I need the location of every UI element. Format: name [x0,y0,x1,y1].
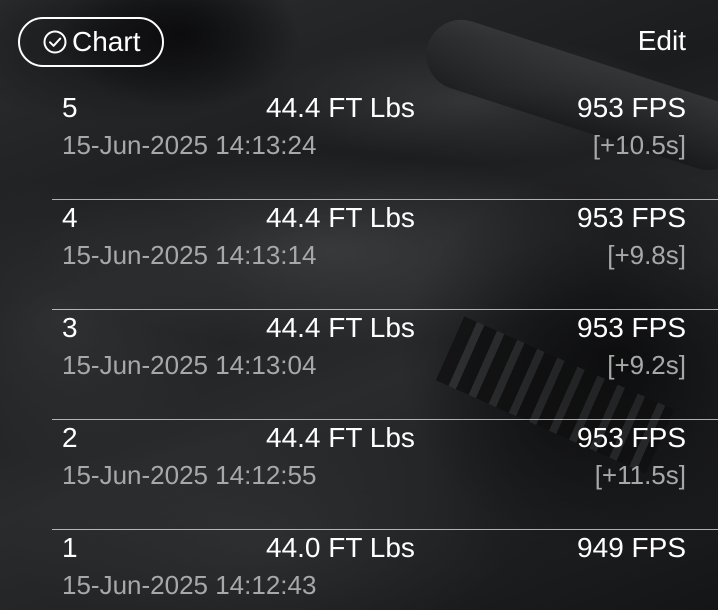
shot-velocity: 953 FPS [577,312,686,343]
chart-button-label: Chart [72,26,141,57]
shot-number: 3 [62,312,78,343]
shot-row[interactable]: 1 44.0 FT Lbs 949 FPS 15-Jun-2025 14:12:… [0,530,718,610]
shot-timestamp: 15-Jun-2025 14:12:55 [62,460,317,490]
chart-button[interactable]: Chart [18,17,164,67]
shot-interval: [+11.5s] [594,460,686,490]
shot-energy: 44.0 FT Lbs [266,532,415,563]
checkmark-circle-icon [43,30,67,54]
shot-number: 5 [62,92,78,123]
shot-energy: 44.4 FT Lbs [266,92,415,123]
shot-interval: [+9.2s] [607,350,686,380]
shot-number: 2 [62,422,78,453]
edit-button[interactable]: Edit [638,27,686,55]
shot-interval: [+10.5s] [592,130,686,160]
shot-timestamp: 15-Jun-2025 14:12:43 [62,570,317,600]
shot-velocity: 953 FPS [577,202,686,233]
shot-timestamp: 15-Jun-2025 14:13:24 [62,130,317,160]
shot-interval: [+9.8s] [607,240,686,270]
shot-velocity: 953 FPS [577,422,686,453]
shot-row[interactable]: 4 44.4 FT Lbs 953 FPS 15-Jun-2025 14:13:… [0,200,718,310]
shot-log-screen: Chart Edit 5 44.4 FT Lbs 953 FPS 15-Jun-… [0,0,718,610]
shot-row[interactable]: 3 44.4 FT Lbs 953 FPS 15-Jun-2025 14:13:… [0,310,718,420]
shot-energy: 44.4 FT Lbs [266,312,415,343]
shot-number: 4 [62,202,78,233]
top-bar: Chart Edit [0,0,718,86]
shot-timestamp: 15-Jun-2025 14:13:14 [62,240,317,270]
shot-row[interactable]: 2 44.4 FT Lbs 953 FPS 15-Jun-2025 14:12:… [0,420,718,530]
shot-row[interactable]: 5 44.4 FT Lbs 953 FPS 15-Jun-2025 14:13:… [0,90,718,200]
shot-velocity: 953 FPS [577,92,686,123]
shot-list: 5 44.4 FT Lbs 953 FPS 15-Jun-2025 14:13:… [0,90,718,610]
shot-energy: 44.4 FT Lbs [266,202,415,233]
shot-number: 1 [62,532,78,563]
shot-velocity: 949 FPS [577,532,686,563]
shot-timestamp: 15-Jun-2025 14:13:04 [62,350,317,380]
shot-energy: 44.4 FT Lbs [266,422,415,453]
